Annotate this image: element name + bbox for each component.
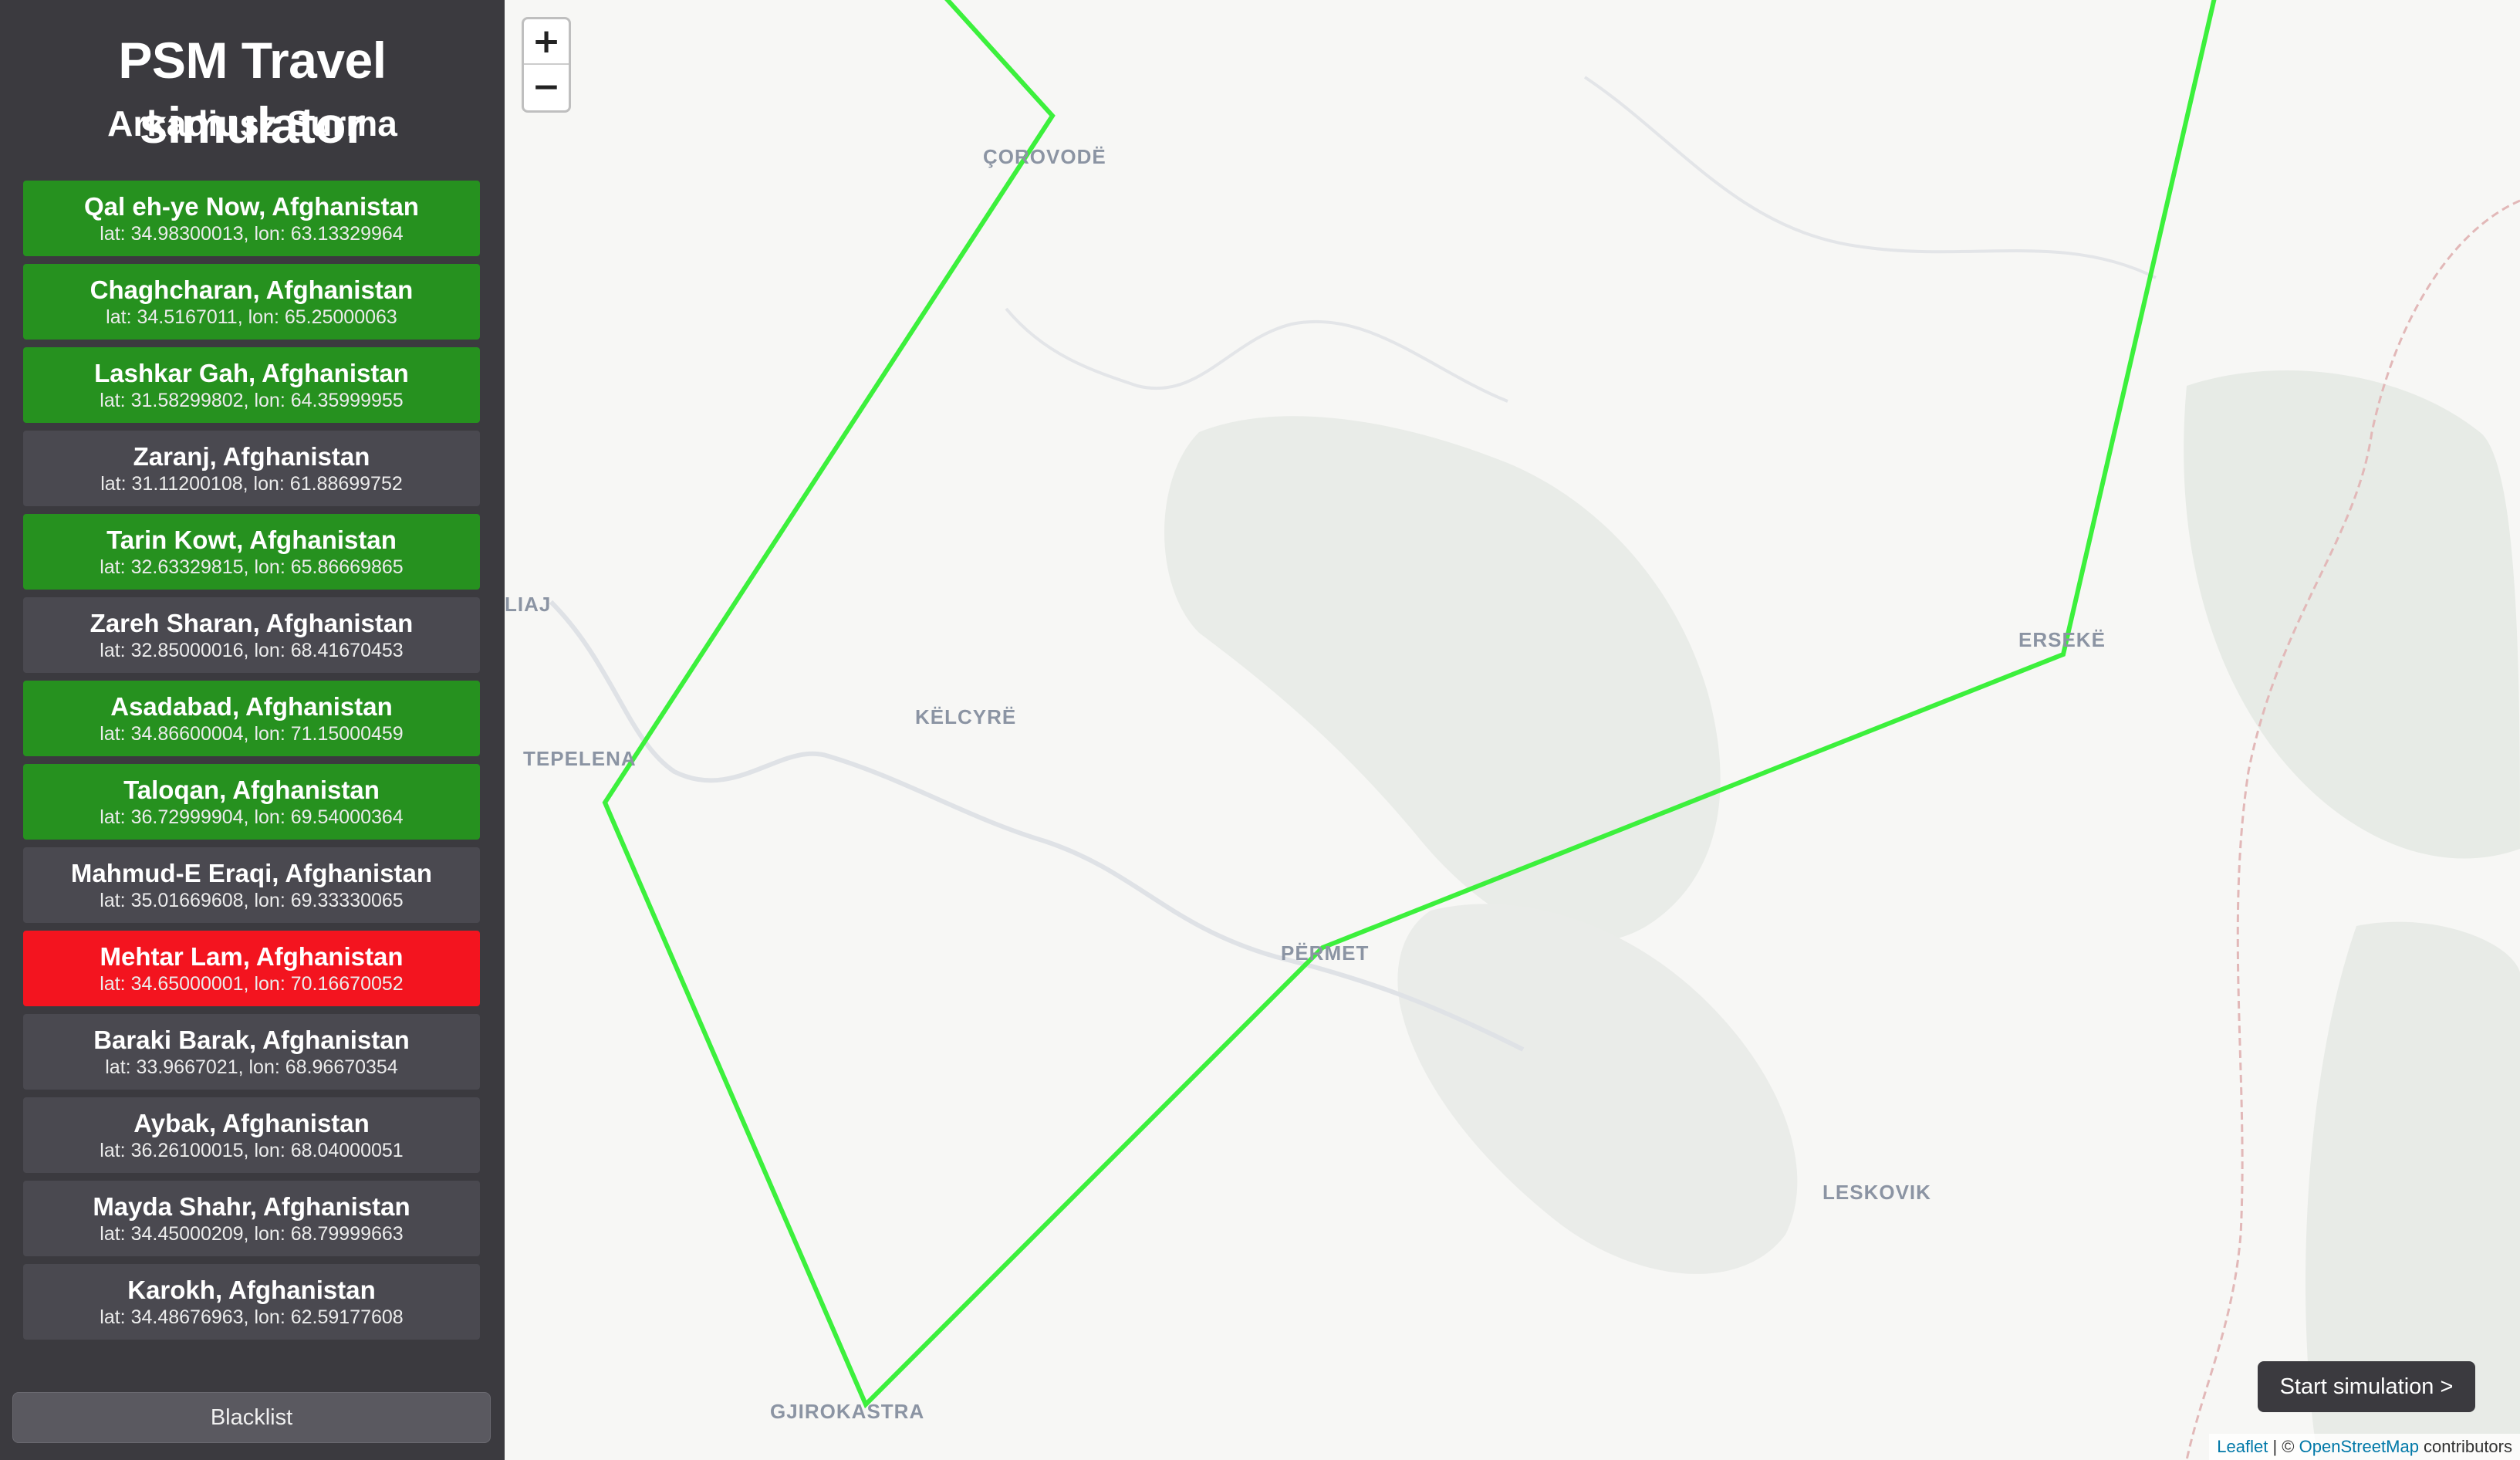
city-item[interactable]: Zareh Sharan, Afghanistan lat: 32.8500001… (23, 597, 480, 673)
city-coords: lat: 35.01669608, lon: 69.33330065 (100, 890, 404, 911)
city-coords: lat: 34.98300013, lon: 63.13329964 (100, 223, 404, 245)
map-attribution: Leaflet | © OpenStreetMap contributors (2209, 1434, 2520, 1460)
city-coords: lat: 34.86600004, lon: 71.15000459 (100, 723, 404, 745)
city-item[interactable]: Mehtar Lam, Afghanistan lat: 34.65000001,… (23, 931, 480, 1006)
city-item[interactable]: Taloqan, Afghanistan lat: 36.72999904, lo… (23, 764, 480, 840)
city-item[interactable]: Tarin Kowt, Afghanistan lat: 32.63329815,… (23, 514, 480, 590)
city-name: Qal eh-ye Now, Afghanistan (84, 192, 419, 221)
blacklist-button[interactable]: Blacklist (12, 1392, 491, 1443)
city-name: Tarin Kowt, Afghanistan (106, 526, 397, 554)
map-tiles (549, 0, 2520, 1460)
city-coords: lat: 32.63329815, lon: 65.86669865 (100, 556, 404, 578)
app-root: PSM Travel simulator Arkadiusz Surma Qal… (0, 0, 2520, 1460)
city-item[interactable]: Mayda Shahr, Afghanistan lat: 34.45000209… (23, 1181, 480, 1256)
zoom-in-button[interactable]: + (524, 19, 569, 65)
city-name: Mahmud-E Eraqi, Afghanistan (70, 859, 433, 887)
city-name: Asadabad, Afghanistan (110, 692, 393, 721)
sidebar: PSM Travel simulator Arkadiusz Surma Qal… (0, 0, 505, 1460)
terrain-hills-south (1397, 904, 1798, 1274)
leaflet-link[interactable]: Leaflet (2217, 1437, 2268, 1456)
map-label-liaj: LIAJ (505, 593, 552, 616)
terrain-hills-east (2184, 370, 2520, 859)
attribution-separator: | © (2268, 1437, 2299, 1456)
city-name: Taloqan, Afghanistan (123, 776, 380, 804)
city-coords: lat: 31.58299802, lon: 64.35999955 (100, 390, 404, 411)
city-item[interactable]: Karokh, Afghanistan lat: 34.48676963, lon… (23, 1264, 480, 1340)
city-name: Mayda Shahr, Afghanistan (93, 1192, 410, 1221)
city-coords: lat: 36.26100015, lon: 68.04000051 (100, 1140, 404, 1161)
map-label-gjirokastra: GJIROKASTRA (770, 1400, 925, 1423)
city-name: Karokh, Afghanistan (127, 1276, 376, 1304)
river-north (1583, 76, 2157, 279)
city-coords: lat: 33.9667021, lon: 68.96670354 (105, 1056, 398, 1078)
city-coords: lat: 34.65000001, lon: 70.16670052 (100, 973, 404, 995)
city-coords: lat: 32.85000016, lon: 68.41670453 (100, 640, 404, 661)
map-label-tepelena: TEPELENA (523, 747, 637, 770)
author-name: Arkadiusz Surma (107, 103, 397, 144)
city-item[interactable]: Zaranj, Afghanistan lat: 31.11200108, lon… (23, 431, 480, 506)
city-item[interactable]: Aybak, Afghanistan lat: 36.26100015, lon:… (23, 1097, 480, 1173)
terrain-hills (1164, 416, 1721, 942)
city-coords: lat: 36.72999904, lon: 69.54000364 (100, 806, 404, 828)
city-coords: lat: 34.5167011, lon: 65.25000063 (106, 306, 397, 328)
city-name: Zareh Sharan, Afghanistan (90, 609, 414, 637)
zoom-control: + − (522, 17, 571, 113)
city-name: Aybak, Afghanistan (133, 1109, 370, 1137)
city-item[interactable]: Lashkar Gah, Afghanistan lat: 31.58299802… (23, 347, 480, 423)
map-label-kelcyre: KËLCYRË (915, 705, 1017, 728)
city-coords: lat: 34.45000209, lon: 68.79999663 (100, 1223, 404, 1245)
city-coords: lat: 31.11200108, lon: 61.88699752 (100, 473, 403, 495)
map[interactable]: ÇOROVODË LIAJ KËLCYRË TEPELENA PËRMET ER… (505, 0, 2520, 1460)
city-name: Chaghcharan, Afghanistan (90, 275, 414, 304)
city-item[interactable]: Mahmud-E Eraqi, Afghanistan lat: 35.01669… (23, 847, 480, 923)
river-osum (1005, 307, 1508, 403)
city-item[interactable]: Qal eh-ye Now, Afghanistan lat: 34.983000… (23, 181, 480, 256)
city-item[interactable]: Asadabad, Afghanistan lat: 34.86600004, l… (23, 681, 480, 756)
city-name: Mehtar Lam, Afghanistan (100, 942, 404, 971)
attribution-suffix: contributors (2418, 1437, 2512, 1456)
city-name: Zaranj, Afghanistan (133, 442, 370, 471)
city-list: Qal eh-ye Now, Afghanistan lat: 34.983000… (23, 181, 480, 1347)
city-name: Baraki Barak, Afghanistan (93, 1026, 410, 1054)
city-coords: lat: 34.48676963, lon: 62.59177608 (100, 1306, 404, 1328)
map-label-permet: PËRMET (1281, 941, 1370, 965)
zoom-out-button[interactable]: − (524, 65, 569, 110)
start-simulation-button[interactable]: Start simulation > (2258, 1361, 2475, 1412)
map-label-corovode: ÇOROVODË (983, 145, 1106, 168)
map-label-leskovik: LESKOVIK (1822, 1181, 1931, 1204)
city-item[interactable]: Baraki Barak, Afghanistan lat: 33.9667021… (23, 1014, 480, 1090)
osm-link[interactable]: OpenStreetMap (2299, 1437, 2419, 1456)
city-item[interactable]: Chaghcharan, Afghanistan lat: 34.5167011,… (23, 264, 480, 340)
city-name: Lashkar Gah, Afghanistan (94, 359, 409, 387)
map-label-ersekë: ERSEKË (2018, 628, 2106, 651)
